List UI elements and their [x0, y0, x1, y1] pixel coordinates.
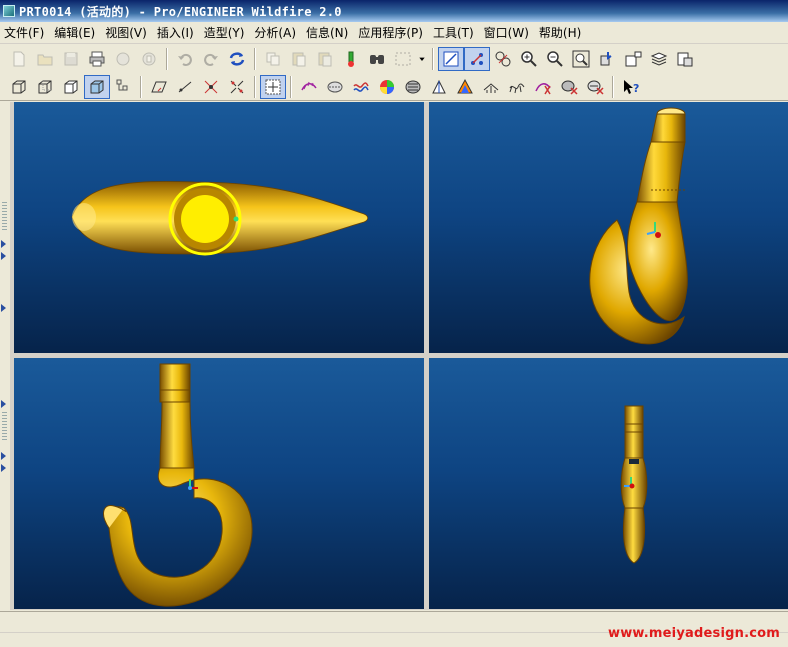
wireframe-icon[interactable]: [6, 75, 32, 99]
hook-isometric-view[interactable]: [429, 102, 788, 353]
expand-arrow-icon[interactable]: [1, 304, 6, 312]
offset-analysis-icon[interactable]: [348, 75, 374, 99]
status-bar: www.meiyadesign.com: [0, 611, 788, 647]
selection-filter-icon[interactable]: [390, 47, 416, 71]
title-bar: PRT0014 (活动的) - Pro/ENGINEER Wildfire 2.…: [0, 0, 788, 22]
zoom-in-icon[interactable]: [516, 47, 542, 71]
toolbar-separator: [166, 48, 168, 70]
expand-arrow-icon[interactable]: [1, 240, 6, 248]
viewport-side[interactable]: [429, 358, 788, 609]
reflection-analysis-icon[interactable]: [400, 75, 426, 99]
viewport-top[interactable]: [14, 102, 424, 353]
expand-arrow-icon[interactable]: [1, 400, 6, 408]
model-tree-icon[interactable]: [338, 47, 364, 71]
copy-icon[interactable]: [260, 47, 286, 71]
menu-analysis[interactable]: 分析(A): [250, 23, 302, 43]
undo-icon[interactable]: [172, 47, 198, 71]
shaded-curvature-icon[interactable]: [452, 75, 478, 99]
toolbar-separator: [612, 75, 614, 98]
save-icon[interactable]: [58, 47, 84, 71]
find-icon[interactable]: [364, 47, 390, 71]
datum-plane-toggle-icon[interactable]: [438, 47, 464, 71]
paste-icon[interactable]: [286, 47, 312, 71]
csys-icon[interactable]: [260, 74, 286, 99]
datum-axis-toggle-icon[interactable]: [464, 47, 490, 71]
dropdown-icon[interactable]: [416, 47, 428, 71]
layers-icon[interactable]: [646, 47, 672, 71]
toolbar-separator: [140, 75, 142, 98]
model-tree-toggle-icon[interactable]: [110, 75, 136, 99]
menu-edit[interactable]: 编辑(E): [50, 23, 101, 43]
whats-this-help-icon[interactable]: ?: [618, 75, 644, 99]
view-manager-icon[interactable]: [672, 47, 698, 71]
datum-points-icon[interactable]: [224, 75, 250, 99]
sash-grip: [2, 412, 7, 442]
toolbar-separator: [254, 48, 256, 70]
new-file-icon[interactable]: [6, 47, 32, 71]
send-mail-icon[interactable]: [110, 47, 136, 71]
draft-analysis-icon[interactable]: [374, 75, 400, 99]
saved-views-icon[interactable]: [620, 47, 646, 71]
svg-text:?: ?: [633, 82, 639, 95]
curve-analysis-icon[interactable]: [530, 75, 556, 99]
left-sash[interactable]: [0, 102, 10, 610]
watermark-text: www.meiyadesign.com: [607, 626, 780, 641]
datum-planes-icon[interactable]: [172, 75, 198, 99]
delete-all-analysis-icon[interactable]: [582, 75, 608, 99]
redo-icon[interactable]: [198, 47, 224, 71]
expand-arrow-icon[interactable]: [1, 464, 6, 472]
menu-file[interactable]: 文件(F): [0, 23, 50, 43]
zoom-out-icon[interactable]: [542, 47, 568, 71]
graphics-window: [10, 102, 788, 610]
toolbar-separator: [254, 75, 256, 98]
section-analysis-icon[interactable]: [322, 75, 348, 99]
datum-axes-icon[interactable]: [198, 75, 224, 99]
orient-icon[interactable]: [594, 47, 620, 71]
menu-help[interactable]: 帮助(H): [535, 23, 587, 43]
menu-view[interactable]: 视图(V): [101, 23, 153, 43]
menu-window[interactable]: 窗口(W): [480, 23, 535, 43]
hook-front-view[interactable]: [14, 358, 424, 609]
toolbar-separator: [290, 75, 292, 98]
print-icon[interactable]: [84, 47, 110, 71]
hook-top-view[interactable]: [14, 102, 424, 353]
delete-analysis-icon[interactable]: [556, 75, 582, 99]
spin-center-icon[interactable]: [146, 75, 172, 99]
app-icon: [3, 5, 15, 17]
curvature-analysis-icon[interactable]: [296, 75, 322, 99]
viewport-isometric[interactable]: [429, 102, 788, 353]
window-title: PRT0014 (活动的) - Pro/ENGINEER Wildfire 2.…: [19, 4, 342, 19]
menu-applications[interactable]: 应用程序(P): [354, 23, 429, 43]
menu-insert[interactable]: 插入(I): [153, 23, 200, 43]
no-hidden-icon[interactable]: [58, 75, 84, 99]
hidden-line-icon[interactable]: [32, 75, 58, 99]
slope-analysis-icon[interactable]: [426, 75, 452, 99]
main-toolbar: [0, 45, 788, 73]
view-toolbar: ?: [0, 73, 788, 101]
toolbar-separator: [432, 48, 434, 70]
deviation-icon[interactable]: [504, 75, 530, 99]
refit-icon[interactable]: [568, 47, 594, 71]
expand-arrow-icon[interactable]: [1, 252, 6, 260]
regenerate-icon[interactable]: [224, 47, 250, 71]
menu-styling[interactable]: 造型(Y): [200, 23, 251, 43]
dihedral-icon[interactable]: [478, 75, 504, 99]
hook-side-view[interactable]: [429, 358, 788, 609]
open-file-icon[interactable]: [32, 47, 58, 71]
menu-bar: 文件(F) 编辑(E) 视图(V) 插入(I) 造型(Y) 分析(A) 信息(N…: [0, 22, 788, 44]
sash-grip: [2, 202, 7, 232]
menu-tools[interactable]: 工具(T): [429, 23, 480, 43]
datum-point-toggle-icon[interactable]: [490, 47, 516, 71]
expand-arrow-icon[interactable]: [1, 452, 6, 460]
viewport-front[interactable]: [14, 358, 424, 609]
send-mail-attach-icon[interactable]: [136, 47, 162, 71]
paste-special-icon[interactable]: [312, 47, 338, 71]
shading-icon[interactable]: [84, 74, 110, 99]
menu-info[interactable]: 信息(N): [302, 23, 354, 43]
